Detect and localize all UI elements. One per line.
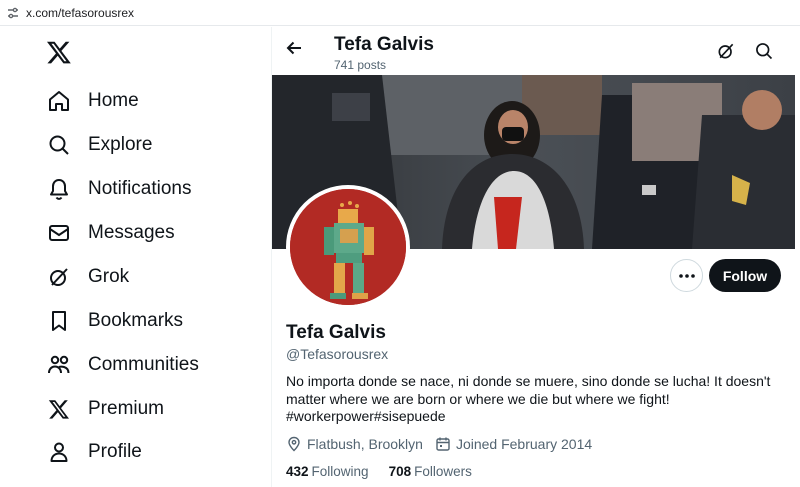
profile-bio: No importa donde se nace, ni donde se mu… — [286, 373, 786, 426]
more-options-button[interactable] — [670, 259, 703, 292]
x-logo-icon — [44, 394, 74, 424]
ellipsis-icon — [678, 273, 695, 278]
sidebar-item-home[interactable]: Home — [44, 81, 139, 121]
sidebar-item-label: Messages — [88, 222, 175, 243]
sidebar-item-premium[interactable]: Premium — [44, 389, 164, 429]
grok-icon[interactable] — [716, 41, 738, 63]
sidebar-item-bookmarks[interactable]: Bookmarks — [44, 301, 183, 341]
profile-avatar[interactable] — [286, 185, 410, 309]
bookmark-icon — [44, 306, 74, 336]
sidebar-item-label: Bookmarks — [88, 310, 184, 331]
header-name: Tefa Galvis — [334, 34, 434, 55]
sidebar-item-label: Profile — [88, 441, 142, 462]
joined-text: Joined February 2014 — [455, 436, 593, 452]
profile-header-bar: Tefa Galvis 741 posts — [272, 27, 800, 76]
bio-line: matter where we are born or where we die… — [286, 390, 670, 407]
followers-label: Followers — [414, 464, 472, 479]
profile-column: Tefa Galvis 741 posts Follow Tefa Galvis… — [271, 27, 800, 487]
profile-meta: Flatbush, Brooklyn Joined February 2014 — [286, 436, 604, 452]
follow-button[interactable]: Follow — [709, 259, 781, 292]
sidebar-item-label: Explore — [88, 134, 153, 155]
sidebar-item-label: Communities — [88, 354, 199, 375]
home-icon — [44, 86, 74, 116]
sidebar-item-label: Premium — [88, 398, 165, 419]
bio-hashtags[interactable]: #workerpower#sisepuede — [286, 408, 786, 426]
following-label: Following — [311, 464, 369, 479]
header-post-count: 741 posts — [334, 58, 387, 72]
profile-stats: 432 Following 708 Followers — [286, 464, 492, 479]
sidebar-item-grok[interactable]: Grok — [44, 257, 129, 297]
back-arrow-icon[interactable] — [284, 38, 306, 60]
location-text: Flatbush, Brooklyn — [307, 436, 423, 452]
profile-handle: @Tefasorousrex — [286, 346, 389, 362]
calendar-icon — [436, 437, 450, 451]
site-settings-icon[interactable] — [0, 0, 26, 26]
location-pin-icon — [288, 436, 300, 452]
profile-location: Flatbush, Brooklyn — [286, 436, 423, 452]
sidebar-item-label: Home — [88, 90, 139, 111]
search-icon — [44, 130, 74, 160]
browser-address-bar: x.com/tefasorousrex — [0, 0, 800, 26]
search-icon[interactable] — [754, 41, 776, 63]
sidebar-item-explore[interactable]: Explore — [44, 125, 152, 165]
person-icon — [44, 437, 74, 467]
sidebar-item-messages[interactable]: Messages — [44, 213, 175, 253]
bell-icon — [44, 174, 74, 204]
left-sidebar: Home Explore Notifications Messages Grok… — [0, 27, 271, 487]
people-icon — [44, 350, 74, 380]
following-link[interactable]: 432 Following — [286, 464, 369, 479]
followers-link[interactable]: 708 Followers — [389, 464, 472, 479]
bio-line: No importa donde se nace, ni donde se mu… — [286, 373, 771, 389]
sidebar-item-communities[interactable]: Communities — [44, 345, 199, 385]
url-text[interactable]: x.com/tefasorousrex — [26, 6, 134, 20]
following-count: 432 — [286, 464, 309, 479]
sidebar-item-label: Notifications — [88, 178, 192, 199]
profile-name: Tefa Galvis — [286, 322, 386, 343]
x-logo-icon[interactable] — [46, 39, 74, 67]
grok-icon — [44, 262, 74, 292]
envelope-icon — [44, 218, 74, 248]
followers-count: 708 — [388, 464, 412, 479]
sidebar-item-label: Grok — [88, 266, 130, 287]
profile-joined: Joined February 2014 — [435, 436, 592, 452]
sidebar-item-notifications[interactable]: Notifications — [44, 169, 192, 209]
sidebar-item-profile[interactable]: Profile — [44, 432, 142, 472]
